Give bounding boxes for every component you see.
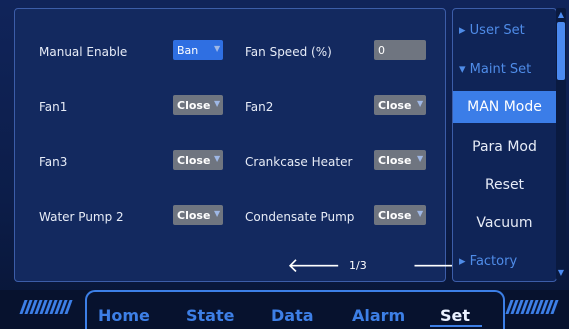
fan3-dropdown[interactable]: Close ▼ bbox=[173, 150, 223, 170]
manual-enable-dropdown[interactable]: Ban ▼ bbox=[173, 40, 223, 60]
fan3-label: Fan3 bbox=[39, 155, 68, 169]
condensate-pump-label: Condensate Pump bbox=[245, 210, 355, 224]
manual-mode-panel: Manual Enable Ban ▼ Fan Speed (%) 0 Fan1… bbox=[14, 8, 466, 282]
scroll-down-icon[interactable]: ▼ bbox=[556, 268, 566, 278]
active-tab-underline bbox=[430, 325, 482, 327]
fan-speed-input[interactable]: 0 bbox=[374, 40, 426, 60]
tab-state[interactable]: State bbox=[186, 306, 234, 325]
hvac-controller-screen: Manual Enable Ban ▼ Fan Speed (%) 0 Fan1… bbox=[0, 0, 569, 329]
water-pump-2-value: Close bbox=[177, 208, 211, 222]
tab-data[interactable]: Data bbox=[271, 306, 314, 325]
fan2-label: Fan2 bbox=[245, 100, 274, 114]
fan1-label: Fan1 bbox=[39, 100, 68, 114]
condensate-pump-dropdown[interactable]: Close ▼ bbox=[374, 205, 426, 225]
settings-side-menu: ▸ User Set ▾ Maint Set MAN Mode Para Mod… bbox=[452, 8, 557, 282]
fan1-value: Close bbox=[177, 98, 211, 112]
water-pump-2-label: Water Pump 2 bbox=[39, 210, 124, 224]
crankcase-heater-dropdown[interactable]: Close ▼ bbox=[374, 150, 426, 170]
chevron-down-icon: ▼ bbox=[214, 154, 221, 163]
decorative-stripes-left-icon bbox=[19, 300, 73, 314]
menu-factory[interactable]: ▸ Factory bbox=[453, 246, 556, 278]
chevron-down-icon: ▼ bbox=[417, 99, 424, 108]
fan-speed-label: Fan Speed (%) bbox=[245, 45, 332, 59]
tab-alarm[interactable]: Alarm bbox=[352, 306, 405, 325]
menu-para-mod[interactable]: Para Mod bbox=[453, 131, 556, 163]
tab-home[interactable]: Home bbox=[98, 306, 150, 325]
prev-page-arrow-icon[interactable]: 🡐 bbox=[287, 255, 341, 275]
menu-vacuum[interactable]: Vacuum bbox=[453, 207, 556, 239]
crankcase-heater-value: Close bbox=[378, 153, 412, 167]
chevron-down-icon: ▼ bbox=[417, 209, 424, 218]
page-indicator: 1/3 bbox=[349, 259, 367, 272]
scroll-up-icon[interactable]: ▲ bbox=[556, 10, 566, 20]
tab-set[interactable]: Set bbox=[440, 306, 470, 325]
menu-user-set[interactable]: ▸ User Set bbox=[453, 15, 556, 47]
fan2-value: Close bbox=[378, 98, 412, 112]
manual-enable-label: Manual Enable bbox=[39, 45, 128, 59]
menu-maint-set[interactable]: ▾ Maint Set bbox=[453, 54, 556, 86]
fan1-dropdown[interactable]: Close ▼ bbox=[173, 95, 223, 115]
side-menu-scrollbar[interactable]: ▲ ▼ bbox=[556, 8, 566, 280]
menu-man-mode[interactable]: MAN Mode bbox=[453, 91, 556, 123]
bottom-tab-bar: Home State Data Alarm Set bbox=[0, 290, 569, 329]
decorative-stripes-right-icon bbox=[505, 300, 559, 314]
chevron-down-icon: ▼ bbox=[417, 154, 424, 163]
fan3-value: Close bbox=[177, 153, 211, 167]
fan2-dropdown[interactable]: Close ▼ bbox=[374, 95, 426, 115]
chevron-down-icon: ▼ bbox=[214, 99, 221, 108]
scroll-thumb[interactable] bbox=[557, 22, 565, 80]
crankcase-heater-label: Crankcase Heater bbox=[245, 155, 353, 169]
manual-enable-value: Ban bbox=[177, 43, 199, 57]
condensate-pump-value: Close bbox=[378, 208, 412, 222]
chevron-down-icon: ▼ bbox=[214, 209, 221, 218]
water-pump-2-dropdown[interactable]: Close ▼ bbox=[173, 205, 223, 225]
menu-reset[interactable]: Reset bbox=[453, 169, 556, 201]
chevron-down-icon: ▼ bbox=[214, 44, 221, 53]
